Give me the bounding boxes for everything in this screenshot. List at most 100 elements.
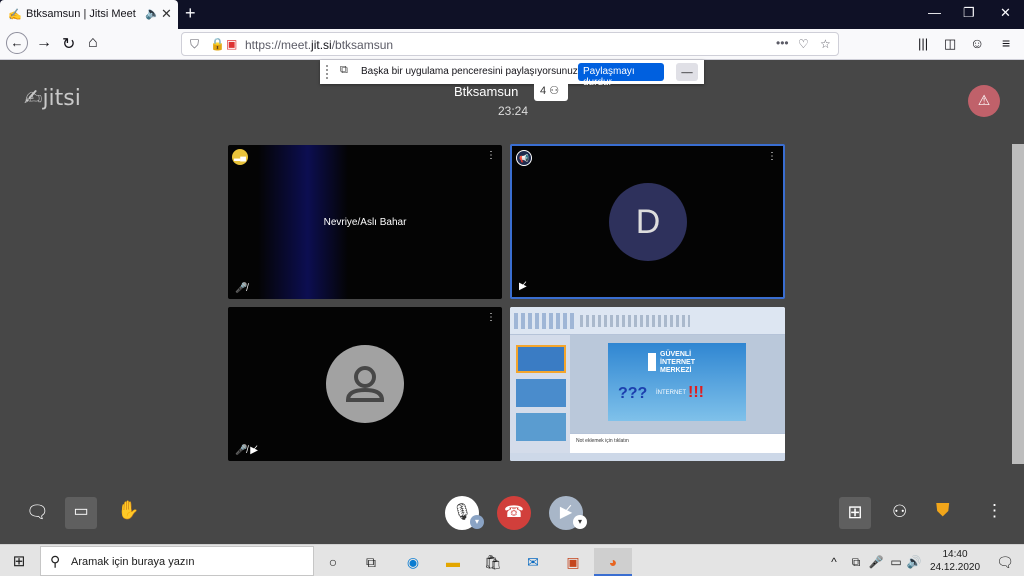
ribbon-tools bbox=[514, 313, 574, 329]
microphone-tray-icon[interactable]: 🎤 bbox=[866, 548, 886, 576]
avatar: D bbox=[609, 183, 687, 261]
clock-time: 14:40 bbox=[942, 549, 968, 560]
store-icon[interactable]: 🛍 bbox=[474, 548, 512, 576]
url-bar[interactable]: ⛉ 🔒 ▣ https://meet.jit.si/btksamsun ••• … bbox=[181, 32, 839, 56]
page-actions-icon[interactable]: ••• bbox=[776, 36, 789, 50]
hangup-phone-icon: ☎ bbox=[504, 504, 524, 521]
mail-icon[interactable]: ✉ bbox=[514, 548, 552, 576]
slide-thumbnails bbox=[510, 335, 570, 461]
slide-word: İNTERNET bbox=[656, 390, 686, 396]
url-text: https://meet.jit.si/btksamsun bbox=[245, 38, 394, 52]
more-options-icon[interactable]: ⋮ bbox=[986, 501, 1003, 521]
restore-icon[interactable]: ❐ bbox=[963, 5, 975, 21]
jitsi-logo: ✍jitsi bbox=[24, 86, 81, 111]
hide-banner-button[interactable]: __ bbox=[676, 63, 698, 81]
tile-menu-icon[interactable]: ⋮ bbox=[767, 151, 777, 162]
minimize-icon[interactable]: — bbox=[928, 5, 941, 20]
forward-icon[interactable]: → bbox=[36, 34, 52, 52]
hangup-button[interactable]: ☎ bbox=[497, 496, 531, 530]
conference-name: Btksamsun bbox=[454, 84, 519, 99]
window-close-icon[interactable]: ✕ bbox=[1000, 5, 1011, 21]
clock-date: 24.12.2020 bbox=[929, 562, 981, 573]
security-shield-icon[interactable]: ⛊ bbox=[936, 500, 950, 521]
powerpoint-icon[interactable]: ▣ bbox=[554, 548, 592, 576]
video-tile-guest[interactable]: ⋮ 🎤̸ ▶̸ bbox=[228, 307, 502, 461]
search-placeholder: Aramak için buraya yazın bbox=[71, 556, 195, 568]
lock-icon[interactable]: 🔒 bbox=[210, 37, 225, 51]
new-tab-icon[interactable]: + bbox=[185, 3, 196, 24]
share-screen-button[interactable]: ▭ bbox=[65, 497, 97, 529]
participant-name: Nevriye/Aslı Bahar bbox=[323, 217, 407, 228]
conference-timer: 23:24 bbox=[498, 104, 529, 118]
invite-people-icon[interactable]: ⚇ bbox=[892, 502, 907, 522]
library-icon[interactable]: ||| bbox=[918, 36, 928, 51]
microphone-icon: 🎙 bbox=[451, 504, 473, 521]
jitsi-logo-icon: ✍ bbox=[24, 86, 43, 111]
screen-share-tile[interactable]: GÜVENLİ İNTERNET MERKEZİ ??? İNTERNET !!! … bbox=[510, 307, 785, 461]
account-icon[interactable]: ☺ bbox=[970, 35, 984, 51]
mic-options-chevron-icon[interactable]: ▾ bbox=[470, 515, 484, 529]
jitsi-favicon-icon: ✍ bbox=[8, 9, 22, 21]
edge-icon[interactable]: ◉ bbox=[394, 548, 432, 576]
task-view-icon[interactable]: ⧉ bbox=[352, 548, 390, 576]
raise-hand-icon[interactable]: ✋ bbox=[117, 500, 139, 521]
share-window-icon: ⧉ bbox=[340, 64, 348, 76]
notifications-icon[interactable]: 🗨 bbox=[986, 548, 1024, 576]
connection-indicator-icon[interactable]: ▂▄ bbox=[232, 149, 248, 165]
tab-title: Btksamsun | Jitsi Meet bbox=[26, 8, 136, 20]
tracking-shield-icon[interactable]: ⛉ bbox=[190, 37, 199, 52]
sharing-indicator-bar: ⧉ Başka bir uygulama penceresini paylaşı… bbox=[320, 60, 704, 88]
windows-taskbar: ⊞ ⚲ Aramak için buraya yazın ○ ⧉ ◉ ▬ 🛍 ✉… bbox=[0, 544, 1024, 576]
stop-sharing-button[interactable]: Paylaşmayı durdur bbox=[578, 63, 664, 88]
tab-close-icon[interactable]: ✕ bbox=[161, 6, 172, 22]
sidebar-icon[interactable]: ◫ bbox=[944, 36, 956, 52]
slide-question: ??? bbox=[618, 385, 648, 402]
onedrive-icon[interactable]: ⧉ bbox=[846, 548, 866, 576]
mic-muted-icon: 🎤̸ bbox=[235, 283, 248, 294]
filmstrip-scrollbar[interactable] bbox=[1012, 144, 1024, 464]
firefox-icon[interactable]: ◕ bbox=[594, 548, 632, 576]
browser-tab-strip: ✍ Btksamsun | Jitsi Meet 🔈 ✕ + — ❐ ✕ bbox=[0, 0, 1024, 29]
dominant-speaker-icon: 📢 bbox=[516, 150, 532, 166]
show-hidden-icons-icon[interactable]: ^ bbox=[824, 548, 844, 576]
tile-menu-icon[interactable]: ⋮ bbox=[486, 312, 496, 323]
bookmark-star-icon[interactable]: ☆ bbox=[820, 37, 831, 51]
current-slide: GÜVENLİ İNTERNET MERKEZİ ??? İNTERNET !!! bbox=[608, 343, 746, 421]
file-explorer-icon[interactable]: ▬ bbox=[434, 548, 472, 576]
home-icon[interactable]: ⌂ bbox=[88, 34, 98, 52]
volume-icon[interactable]: 🔊 bbox=[904, 548, 924, 576]
video-tile-d[interactable]: 📢 ⋮ D ▶̸ bbox=[510, 144, 785, 299]
windows-start-icon[interactable]: ⊞ bbox=[0, 548, 38, 576]
taskbar-search-box[interactable]: ⚲ Aramak için buraya yazın bbox=[40, 546, 314, 576]
menu-icon[interactable]: ≡ bbox=[1002, 35, 1010, 51]
powerpoint-ribbon bbox=[510, 307, 785, 335]
search-icon: ⚲ bbox=[50, 553, 61, 569]
video-tile-nevriye[interactable]: ▂▄ ⋮ Nevriye/Aslı Bahar 🎤̸ bbox=[228, 145, 502, 299]
sharing-message: Başka bir uygulama penceresini paylaşıyo… bbox=[361, 66, 581, 77]
status-bar bbox=[510, 453, 785, 461]
jitsi-page: ✍jitsi ⧉ Başka bir uygulama penceresini … bbox=[0, 60, 1024, 544]
screen-share-indicator-icon[interactable]: ▣ bbox=[226, 37, 237, 51]
back-icon[interactable]: ← bbox=[6, 32, 28, 54]
browser-tab[interactable]: ✍ Btksamsun | Jitsi Meet 🔈 ✕ bbox=[0, 0, 178, 29]
notes-placeholder: Not eklemek için tıklatın bbox=[576, 438, 629, 444]
notes-pane: Not eklemek için tıklatın bbox=[570, 433, 785, 453]
taskbar-clock[interactable]: 14:40 24.12.2020 bbox=[927, 548, 983, 574]
network-icon[interactable]: ▭ bbox=[886, 548, 906, 576]
slide-heading: GÜVENLİ İNTERNET MERKEZİ bbox=[660, 351, 695, 374]
participants-icon: ⚇ bbox=[549, 85, 560, 97]
camera-off-icon: ▶̸ bbox=[559, 504, 573, 521]
tile-view-button[interactable]: ⊞ bbox=[839, 497, 871, 529]
pocket-icon[interactable]: ♡ bbox=[798, 37, 809, 51]
participant-count-badge[interactable]: 4 ⚇ bbox=[534, 81, 568, 101]
cortana-icon[interactable]: ○ bbox=[314, 548, 352, 576]
chat-icon[interactable]: 🗨 bbox=[26, 502, 49, 523]
warning-icon[interactable]: ⚠ bbox=[968, 85, 1000, 117]
reload-icon[interactable]: ↻ bbox=[62, 34, 75, 54]
drag-handle-icon[interactable] bbox=[326, 65, 328, 79]
slide-thumb-2 bbox=[516, 379, 566, 407]
camera-options-chevron-icon[interactable]: ▾ bbox=[573, 515, 587, 529]
tile-menu-icon[interactable]: ⋮ bbox=[486, 150, 496, 161]
ribbon-tools-2 bbox=[580, 315, 690, 327]
tab-audio-icon[interactable]: 🔈 bbox=[145, 6, 160, 20]
